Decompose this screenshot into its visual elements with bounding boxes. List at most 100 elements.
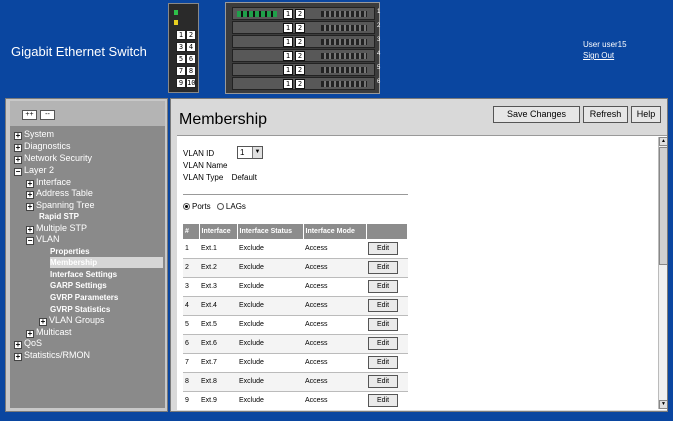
edit-button[interactable]: Edit bbox=[368, 375, 398, 388]
help-button[interactable]: Help bbox=[631, 106, 661, 123]
nav-item-network-security[interactable]: + Network Security bbox=[14, 153, 92, 164]
nav-panel: ++ -- + System + Diagnostics + Network Secu… bbox=[5, 98, 168, 412]
scroll-up-arrow-icon[interactable]: ▲ bbox=[659, 137, 667, 146]
nav-label: VLAN bbox=[36, 234, 60, 244]
content-body: VLAN ID 1 ▼ VLAN Name VLAN Type Default … bbox=[177, 135, 667, 410]
edit-button[interactable]: Edit bbox=[368, 394, 398, 407]
blade-number: 5 bbox=[377, 65, 381, 71]
cell-num: 5 bbox=[183, 315, 199, 335]
table-row: 9 Ext.9 Exclude Access Edit bbox=[183, 391, 408, 410]
chevron-down-icon[interactable]: ▼ bbox=[252, 147, 262, 158]
nav-item-system[interactable]: + System bbox=[14, 129, 54, 140]
cell-status: Exclude bbox=[237, 315, 303, 335]
user-box: User user15 Sign Out bbox=[583, 39, 627, 61]
vlan-name-row: VLAN Name bbox=[183, 160, 257, 172]
edit-button[interactable]: Edit bbox=[368, 261, 398, 274]
edit-button[interactable]: Edit bbox=[368, 299, 398, 312]
nav-item-vlan-groups[interactable]: + VLAN Groups bbox=[39, 315, 105, 326]
blade-slot: 1 2 6 bbox=[232, 77, 380, 90]
ports-radio[interactable] bbox=[183, 203, 190, 210]
sign-out-link[interactable]: Sign Out bbox=[583, 50, 627, 61]
expand-icon[interactable]: + bbox=[26, 191, 34, 199]
scroll-down-arrow-icon[interactable]: ▼ bbox=[659, 400, 667, 409]
nav-label: Spanning Tree bbox=[36, 200, 95, 210]
expand-icon[interactable]: + bbox=[39, 318, 47, 326]
module-port: 9 bbox=[176, 78, 186, 88]
lags-radio[interactable] bbox=[216, 203, 224, 210]
nav-item-rapid-stp[interactable]: Rapid STP bbox=[39, 211, 79, 222]
nav-item-properties[interactable]: Properties bbox=[50, 246, 90, 257]
blade-vents bbox=[321, 67, 367, 73]
expand-icon[interactable]: + bbox=[26, 226, 34, 234]
save-changes-button[interactable]: Save Changes bbox=[493, 106, 580, 123]
edit-button[interactable]: Edit bbox=[368, 280, 398, 293]
cell-mode: Access bbox=[303, 372, 366, 392]
table-row: 7 Ext.7 Exclude Access Edit bbox=[183, 353, 408, 373]
nav-item-membership[interactable]: Membership bbox=[50, 257, 163, 268]
table-row: 3 Ext.3 Exclude Access Edit bbox=[183, 277, 408, 297]
scroll-thumb[interactable] bbox=[659, 147, 667, 265]
page-title: Membership bbox=[179, 111, 268, 128]
blade-number: 4 bbox=[377, 51, 381, 57]
edit-button[interactable]: Edit bbox=[368, 318, 398, 331]
cell-action: Edit bbox=[366, 277, 408, 297]
cell-mode: Access bbox=[303, 334, 366, 354]
col-header-mode: Interface Mode bbox=[303, 224, 367, 239]
cell-status: Exclude bbox=[237, 239, 303, 259]
edit-button[interactable]: Edit bbox=[368, 337, 398, 350]
collapse-all-button[interactable]: -- bbox=[40, 110, 55, 120]
expand-icon[interactable]: + bbox=[14, 132, 22, 140]
table-row: 8 Ext.8 Exclude Access Edit bbox=[183, 372, 408, 392]
expand-icon[interactable]: + bbox=[14, 353, 22, 361]
expand-icon[interactable]: + bbox=[26, 203, 34, 211]
blade-port: 1 bbox=[283, 65, 293, 75]
cell-status: Exclude bbox=[237, 372, 303, 392]
nav-item-layer-2[interactable]: − Layer 2 bbox=[14, 165, 54, 176]
blade-port: 2 bbox=[295, 51, 305, 61]
nav-item-interface-settings[interactable]: Interface Settings bbox=[50, 269, 117, 280]
nav-item-address-table[interactable]: + Address Table bbox=[26, 188, 93, 199]
edit-button[interactable]: Edit bbox=[368, 241, 398, 255]
nav-item-gvrp-parameters[interactable]: GVRP Parameters bbox=[50, 292, 118, 303]
module-port: 8 bbox=[186, 66, 196, 76]
expand-icon[interactable]: + bbox=[14, 144, 22, 152]
expand-icon[interactable]: + bbox=[14, 156, 22, 164]
cell-interface: Ext.6 bbox=[199, 334, 237, 354]
nav-item-multiple-stp[interactable]: + Multiple STP bbox=[26, 223, 87, 234]
switch-module-image: 1 2 3 4 5 6 7 8 9 10 bbox=[168, 3, 199, 93]
blade-port: 1 bbox=[283, 37, 293, 47]
cell-num: 1 bbox=[183, 239, 199, 259]
collapse-icon[interactable]: − bbox=[14, 168, 22, 176]
cell-num: 9 bbox=[183, 391, 199, 410]
nav-item-interface[interactable]: + Interface bbox=[26, 177, 71, 188]
nav-item-garp-settings[interactable]: GARP Settings bbox=[50, 280, 107, 291]
blade-slot: 1 2 3 bbox=[232, 35, 380, 48]
nav-item-vlan[interactable]: − VLAN bbox=[26, 234, 60, 245]
module-port: 6 bbox=[186, 54, 196, 64]
blade-port: 1 bbox=[283, 79, 293, 89]
blade-number: 6 bbox=[377, 79, 381, 85]
vlan-form: VLAN ID 1 ▼ VLAN Name VLAN Type Default bbox=[183, 146, 263, 184]
nav-label: VLAN Groups bbox=[49, 315, 105, 325]
blade-vents bbox=[321, 81, 367, 87]
nav-item-statistics-rmon[interactable]: + Statistics/RMON bbox=[14, 350, 90, 361]
nav-item-qos[interactable]: + QoS bbox=[14, 338, 42, 349]
vlan-id-select[interactable]: 1 ▼ bbox=[237, 146, 263, 159]
expand-icon[interactable]: + bbox=[26, 330, 34, 338]
blade-port: 2 bbox=[295, 9, 305, 19]
blade-number: 2 bbox=[377, 23, 381, 29]
cell-mode: Access bbox=[303, 277, 366, 297]
collapse-icon[interactable]: − bbox=[26, 237, 34, 245]
expand-icon[interactable]: + bbox=[26, 180, 34, 188]
vertical-scrollbar[interactable]: ▲ ▼ bbox=[658, 137, 667, 409]
nav-item-spanning-tree[interactable]: + Spanning Tree bbox=[26, 200, 95, 211]
blade-port: 2 bbox=[295, 37, 305, 47]
cell-num: 7 bbox=[183, 353, 199, 373]
nav-item-multicast[interactable]: + Multicast bbox=[26, 327, 72, 338]
edit-button[interactable]: Edit bbox=[368, 356, 398, 369]
nav-item-diagnostics[interactable]: + Diagnostics bbox=[14, 141, 71, 152]
nav-item-gvrp-statistics[interactable]: GVRP Statistics bbox=[50, 304, 110, 315]
expand-all-button[interactable]: ++ bbox=[22, 110, 37, 120]
refresh-button[interactable]: Refresh bbox=[583, 106, 628, 123]
expand-icon[interactable]: + bbox=[14, 341, 22, 349]
